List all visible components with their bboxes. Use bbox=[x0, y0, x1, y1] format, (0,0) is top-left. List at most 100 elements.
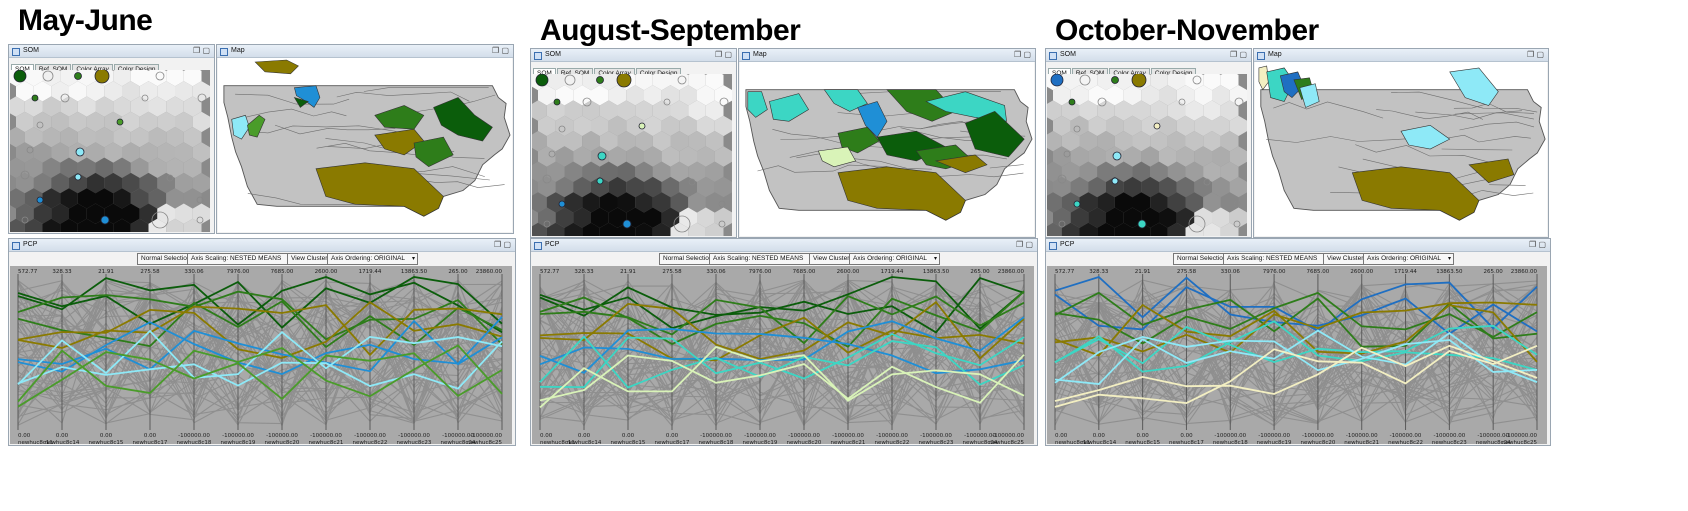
som-hex-grid[interactable] bbox=[10, 70, 210, 232]
map-canvas[interactable] bbox=[218, 58, 512, 232]
pcp-axis-label: newhuc8c18 bbox=[699, 440, 734, 444]
som-node-marker[interactable] bbox=[1068, 98, 1076, 106]
pcp-plot-area[interactable]: 572.77 0.00 newhuc8c11 328.33 0.00 newhuc8c14… bbox=[1047, 266, 1547, 446]
window-controls[interactable]: ❐ ▢ bbox=[715, 51, 732, 59]
som-node-marker[interactable] bbox=[75, 147, 85, 157]
pcp-axis-label: newhuc8c17 bbox=[133, 440, 168, 444]
maximize-icon[interactable]: ▢ bbox=[1534, 50, 1544, 59]
pcp-axis-max: 572.77 bbox=[18, 269, 38, 275]
pcp-axis-label: newhuc8c23 bbox=[1432, 440, 1467, 444]
som-node-marker[interactable] bbox=[31, 94, 39, 102]
map-canvas[interactable] bbox=[740, 62, 1034, 236]
maximize-icon[interactable]: ▢ bbox=[722, 50, 732, 59]
som-node-marker[interactable] bbox=[116, 118, 124, 126]
pcp-axis-min: -100000.00 bbox=[744, 433, 776, 439]
som-node-marker[interactable] bbox=[535, 74, 549, 87]
pcp-axis-min: 0.00 bbox=[578, 433, 591, 439]
window-icon bbox=[1257, 52, 1265, 60]
som-node-marker[interactable] bbox=[1073, 200, 1081, 208]
map-titlebar[interactable]: Map ❐ ▢ bbox=[1254, 49, 1548, 62]
pcp-axis-label: newhuc8c18 bbox=[177, 440, 212, 444]
som-node-marker[interactable] bbox=[74, 173, 82, 181]
window-controls[interactable]: ❐ ▢ bbox=[1016, 241, 1033, 249]
iowa-map-svg bbox=[223, 59, 511, 217]
som-node-marker[interactable] bbox=[553, 98, 561, 106]
som-titlebar[interactable]: SOM ❐ ▢ bbox=[531, 49, 736, 62]
window-controls[interactable]: ❐ ▢ bbox=[1529, 241, 1546, 249]
som-node-marker[interactable] bbox=[1111, 177, 1119, 185]
window-controls[interactable]: ❐ ▢ bbox=[1230, 51, 1247, 59]
pcp-axis-max: 328.33 bbox=[52, 269, 72, 275]
pcp-titlebar[interactable]: PCP ❐ ▢ bbox=[1046, 239, 1550, 252]
pcp-axis-max: 23860.00 bbox=[476, 269, 503, 275]
som-node-marker[interactable] bbox=[1050, 74, 1064, 87]
panel-title: October-November bbox=[1055, 14, 1319, 47]
window-icon bbox=[742, 52, 750, 60]
som-node-marker[interactable] bbox=[100, 215, 110, 225]
axis-ordering-select[interactable]: Axis Ordering: ORIGINAL ▾ bbox=[1363, 253, 1455, 265]
som-node-marker[interactable] bbox=[616, 74, 632, 88]
window-controls[interactable]: ❐ ▢ bbox=[494, 241, 511, 249]
pcp-axis-max: 13863.50 bbox=[923, 269, 950, 275]
window-controls[interactable]: ❐ ▢ bbox=[1527, 51, 1544, 59]
axis-scaling-select[interactable]: Axis Scaling: NESTED MEANS▾ bbox=[709, 253, 817, 265]
pcp-axis-max: 13863.50 bbox=[401, 269, 428, 275]
pcp-axis-label: newhuc8c17 bbox=[655, 440, 690, 444]
pcp-axis-max: 23860.00 bbox=[1511, 269, 1538, 275]
maximize-icon[interactable]: ▢ bbox=[1021, 50, 1031, 59]
som-hex-grid[interactable] bbox=[532, 74, 732, 236]
som-node-marker[interactable] bbox=[13, 70, 27, 83]
som-window: SOM ❐ ▢ SOMRef. SOMColor ArrayColor Design bbox=[1045, 48, 1252, 238]
map-titlebar[interactable]: Map ❐ ▢ bbox=[217, 45, 513, 58]
pcp-plot-area[interactable]: 572.77 0.00 newhuc8c11 328.33 0.00 newhuc8c14… bbox=[10, 266, 512, 446]
som-titlebar-title: SOM bbox=[1060, 51, 1076, 58]
som-tabs: SOMRef. SOMColor ArrayColor Design bbox=[11, 58, 160, 75]
maximize-icon[interactable]: ▢ bbox=[1237, 50, 1247, 59]
som-node-marker[interactable] bbox=[1111, 76, 1119, 84]
som-node-marker[interactable] bbox=[596, 177, 604, 185]
axis-ordering-select[interactable]: Axis Ordering: ORIGINAL ▾ bbox=[849, 253, 941, 265]
maximize-icon[interactable]: ▢ bbox=[499, 46, 509, 55]
som-node-marker[interactable] bbox=[558, 200, 566, 208]
pcp-axis-label: newhuc8c22 bbox=[875, 440, 910, 444]
pcp-axis-label: newhuc8c22 bbox=[1388, 440, 1423, 444]
map-titlebar[interactable]: Map ❐ ▢ bbox=[739, 49, 1035, 62]
maximize-icon[interactable]: ▢ bbox=[1536, 240, 1546, 249]
window-controls[interactable]: ❐ ▢ bbox=[492, 47, 509, 55]
som-hex-grid[interactable] bbox=[1047, 74, 1247, 236]
som-node-marker[interactable] bbox=[74, 72, 82, 80]
som-node-marker[interactable] bbox=[1112, 151, 1122, 161]
pcp-axis-max: 265.00 bbox=[448, 269, 468, 275]
watershed-region[interactable] bbox=[1258, 65, 1269, 91]
som-node-marker[interactable] bbox=[638, 122, 646, 130]
axis-scaling-select[interactable]: Axis Scaling: NESTED MEANS▾ bbox=[1223, 253, 1331, 265]
window-controls[interactable]: ❐ ▢ bbox=[193, 47, 210, 55]
som-titlebar[interactable]: SOM ❐ ▢ bbox=[9, 45, 214, 58]
som-node-marker[interactable] bbox=[597, 151, 607, 161]
som-node-marker[interactable] bbox=[94, 70, 110, 84]
pcp-plot-area[interactable]: 572.77 0.00 newhuc8c11 328.33 0.00 newhuc8c14… bbox=[532, 266, 1034, 446]
pcp-titlebar[interactable]: PCP ❐ ▢ bbox=[531, 239, 1037, 252]
pcp-svg: 572.770.00newhuc8c11328.330.00newhuc8c14… bbox=[17, 269, 503, 446]
iowa-map-svg bbox=[1258, 65, 1546, 221]
watershed-region[interactable] bbox=[254, 59, 299, 75]
window-controls[interactable]: ❐ ▢ bbox=[1014, 51, 1031, 59]
som-node-marker[interactable] bbox=[1153, 122, 1161, 130]
maximize-icon[interactable]: ▢ bbox=[200, 46, 210, 55]
axis-scaling-select[interactable]: Axis Scaling: NESTED MEANS▾ bbox=[187, 253, 295, 265]
som-node-marker[interactable] bbox=[1131, 74, 1147, 88]
maximize-icon[interactable]: ▢ bbox=[1023, 240, 1033, 249]
som-window: SOM ❐ ▢ SOMRef. SOMColor ArrayColor Design bbox=[8, 44, 215, 234]
pcp-axis-min: 0.00 bbox=[18, 433, 31, 439]
map-canvas[interactable] bbox=[1255, 62, 1547, 236]
som-titlebar[interactable]: SOM ❐ ▢ bbox=[1046, 49, 1251, 62]
som-node-marker[interactable] bbox=[622, 219, 632, 229]
axis-ordering-select[interactable]: Axis Ordering: ORIGINAL ▾ bbox=[327, 253, 419, 265]
pcp-axis-min: 0.00 bbox=[100, 433, 113, 439]
som-node-marker[interactable] bbox=[1137, 219, 1147, 229]
window-icon bbox=[220, 48, 228, 56]
som-node-marker[interactable] bbox=[596, 76, 604, 84]
maximize-icon[interactable]: ▢ bbox=[501, 240, 511, 249]
som-node-marker[interactable] bbox=[36, 196, 44, 204]
pcp-titlebar[interactable]: PCP ❐ ▢ bbox=[9, 239, 515, 252]
